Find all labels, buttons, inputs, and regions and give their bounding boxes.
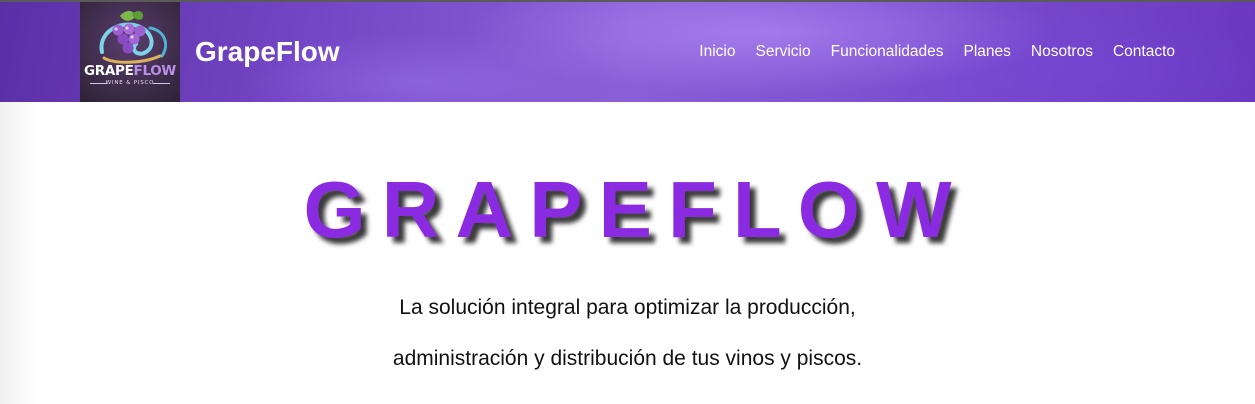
logo-word-flow: FLOW (133, 63, 177, 79)
nav-link-nosotros[interactable]: Nosotros (1031, 42, 1093, 62)
hero-description-line-1: La solución integral para optimizar la p… (399, 296, 856, 319)
nav-link-planes[interactable]: Planes (964, 42, 1011, 62)
hero-description-line-2: administración y distribución de tus vin… (392, 347, 863, 370)
logo-subtitle: WINE & PISCO (105, 80, 155, 86)
nav-link-contacto[interactable]: Contacto (1113, 42, 1175, 62)
logo[interactable]: GRAPEFLOW WINE & PISCO (80, 2, 180, 102)
brand-name[interactable]: GrapeFlow (195, 36, 340, 68)
nav-link-inicio[interactable]: Inicio (699, 42, 735, 62)
main-nav: Inicio Servicio Funcionalidades Planes N… (699, 42, 1175, 62)
nav-link-funcionalidades[interactable]: Funcionalidades (831, 42, 944, 62)
grape-cluster-wave-logo-icon (99, 10, 167, 64)
hero-title: GRAPEFLOW (303, 165, 968, 254)
logo-wordmark: GRAPEFLOW (80, 63, 180, 79)
nav-link-servicio[interactable]: Servicio (755, 42, 810, 62)
logo-word-grape: GRAPE (83, 63, 134, 79)
navbar: GRAPEFLOW WINE & PISCO GrapeFlow Inicio … (0, 2, 1255, 102)
